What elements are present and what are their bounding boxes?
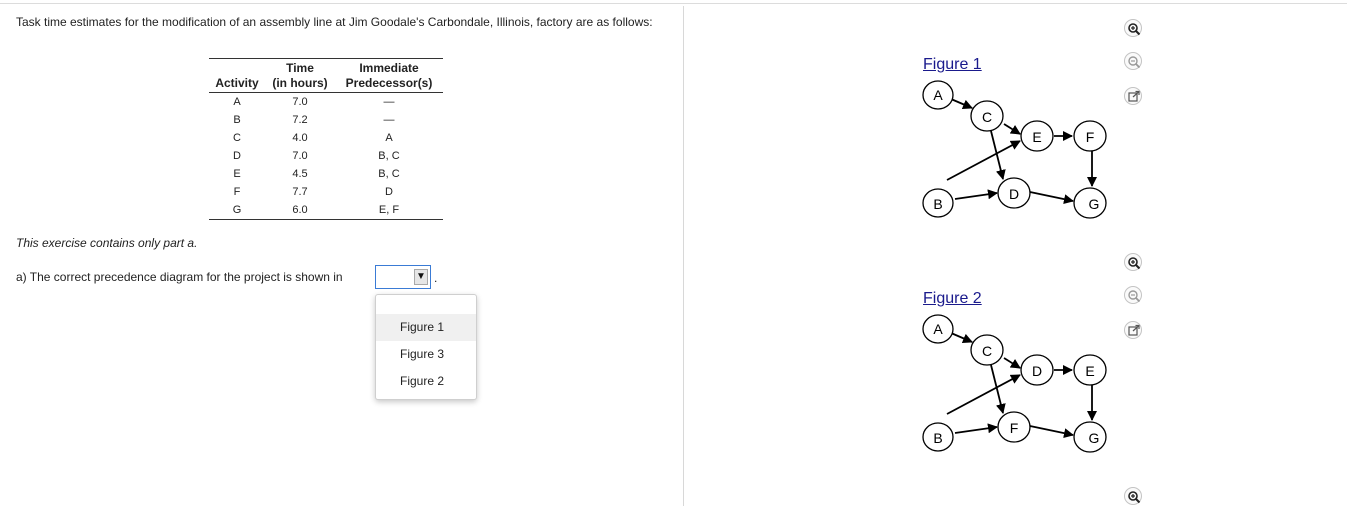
figure-1-diagram: A C E F B D G xyxy=(922,80,1107,219)
table-cell: B, C xyxy=(378,168,400,180)
zoom-out-icon xyxy=(1128,56,1141,69)
figure-2-zoom-out-button[interactable] xyxy=(1124,286,1142,304)
arrow-b-d xyxy=(954,189,998,200)
table-cell: A xyxy=(385,132,393,144)
header-time: Time (in hours) xyxy=(265,58,335,93)
table-header-row: Activity Time (in hours) Immediate Predece… xyxy=(209,58,443,93)
arrow-b-d xyxy=(946,374,1021,415)
node-c-label: C xyxy=(982,109,992,125)
arrow-a-c xyxy=(950,332,973,344)
arrow-a-c xyxy=(950,98,973,110)
table-cell: E xyxy=(233,168,241,180)
table-row: B 7.2 — xyxy=(209,111,443,129)
figure-2-link[interactable]: Figure 2 xyxy=(923,290,982,308)
table-cell: B, C xyxy=(378,150,400,162)
table-cell: 7.7 xyxy=(292,186,308,198)
table-cell: 7.2 xyxy=(292,114,308,126)
dropdown-arrow-icon[interactable]: ▼ xyxy=(414,269,428,285)
table-row: C 4.0 A xyxy=(209,129,443,147)
node-d-label: D xyxy=(1032,363,1042,379)
question-text: a) The correct precedence diagram for th… xyxy=(16,270,343,284)
table-row: D 7.0 B, C xyxy=(209,147,443,165)
figure-1-zoom-in-button[interactable] xyxy=(1124,19,1142,37)
figure-2-diagram: A C D E B F G xyxy=(922,314,1107,453)
table-cell: B xyxy=(233,114,241,126)
node-e-label: E xyxy=(1032,129,1041,145)
arrow-c-e xyxy=(1003,123,1021,135)
node-f-label: F xyxy=(1086,129,1095,145)
zoom-in-icon xyxy=(1128,257,1141,270)
arrow-f-g xyxy=(1029,425,1074,439)
table-row: G 6.0 E, F xyxy=(209,201,443,220)
table-cell: 7.0 xyxy=(292,96,308,108)
node-a-label: A xyxy=(933,87,943,103)
zoom-in-icon xyxy=(1128,23,1141,36)
figure-1-link[interactable]: Figure 1 xyxy=(923,56,982,74)
exercise-note: This exercise contains only part a. xyxy=(16,236,198,250)
question-period: . xyxy=(434,271,438,285)
table-cell: F xyxy=(233,186,241,198)
option-figure-1[interactable]: Figure 1 xyxy=(376,314,476,341)
open-external-icon xyxy=(1128,324,1140,336)
table-cell: A xyxy=(233,96,241,108)
table-cell: — xyxy=(383,114,395,126)
node-b-label: B xyxy=(933,430,942,446)
node-b-label: B xyxy=(933,196,942,212)
table-cell: E, F xyxy=(378,204,400,216)
task-table: Activity Time (in hours) Immediate Predece… xyxy=(209,58,443,220)
answer-dropdown-menu: Figure 1 Figure 3 Figure 2 xyxy=(375,294,477,400)
table-row: E 4.5 B, C xyxy=(209,165,443,183)
header-predecessors: Immediate Predecessor(s) xyxy=(335,58,443,93)
figure-2-open-external-button[interactable] xyxy=(1124,321,1142,339)
table-cell: G xyxy=(232,204,242,216)
table-cell: C xyxy=(233,132,241,144)
figure-1-open-external-button[interactable] xyxy=(1124,87,1142,105)
arrow-b-f xyxy=(954,423,998,434)
zoom-out-icon xyxy=(1128,290,1141,303)
table-cell: D xyxy=(385,186,393,198)
table-cell: 6.0 xyxy=(292,204,308,216)
header-activity: Activity xyxy=(209,58,265,93)
table-cell: 4.5 xyxy=(292,168,308,180)
table-row: A 7.0 — xyxy=(209,93,443,112)
node-d-label: D xyxy=(1009,186,1019,202)
table-cell: — xyxy=(383,96,395,108)
problem-prompt: Task time estimates for the modification… xyxy=(16,15,653,29)
figure-1-zoom-out-button[interactable] xyxy=(1124,52,1142,70)
option-figure-2[interactable]: Figure 2 xyxy=(376,368,476,395)
node-f-label: F xyxy=(1010,420,1019,436)
figure-2-zoom-in-button[interactable] xyxy=(1124,253,1142,271)
top-rule xyxy=(0,3,1347,4)
option-figure-3[interactable]: Figure 3 xyxy=(376,341,476,368)
node-c-label: C xyxy=(982,343,992,359)
node-g-label: G xyxy=(1089,430,1100,446)
figure-3-zoom-in-button[interactable] xyxy=(1124,487,1142,505)
panel-divider xyxy=(683,6,684,506)
answer-select[interactable]: ▼ xyxy=(375,265,431,289)
table-cell: 4.0 xyxy=(292,132,308,144)
arrow-d-g xyxy=(1029,191,1074,205)
open-external-icon xyxy=(1128,90,1140,102)
node-e-label: E xyxy=(1085,363,1094,379)
zoom-in-icon xyxy=(1128,491,1141,504)
arrow-c-d xyxy=(1003,357,1021,369)
node-g-label: G xyxy=(1089,196,1100,212)
arrow-b-e xyxy=(946,140,1021,181)
table-cell: D xyxy=(233,150,241,162)
table-row: F 7.7 D xyxy=(209,183,443,201)
table-cell: 7.0 xyxy=(292,150,308,162)
node-a-label: A xyxy=(933,321,943,337)
